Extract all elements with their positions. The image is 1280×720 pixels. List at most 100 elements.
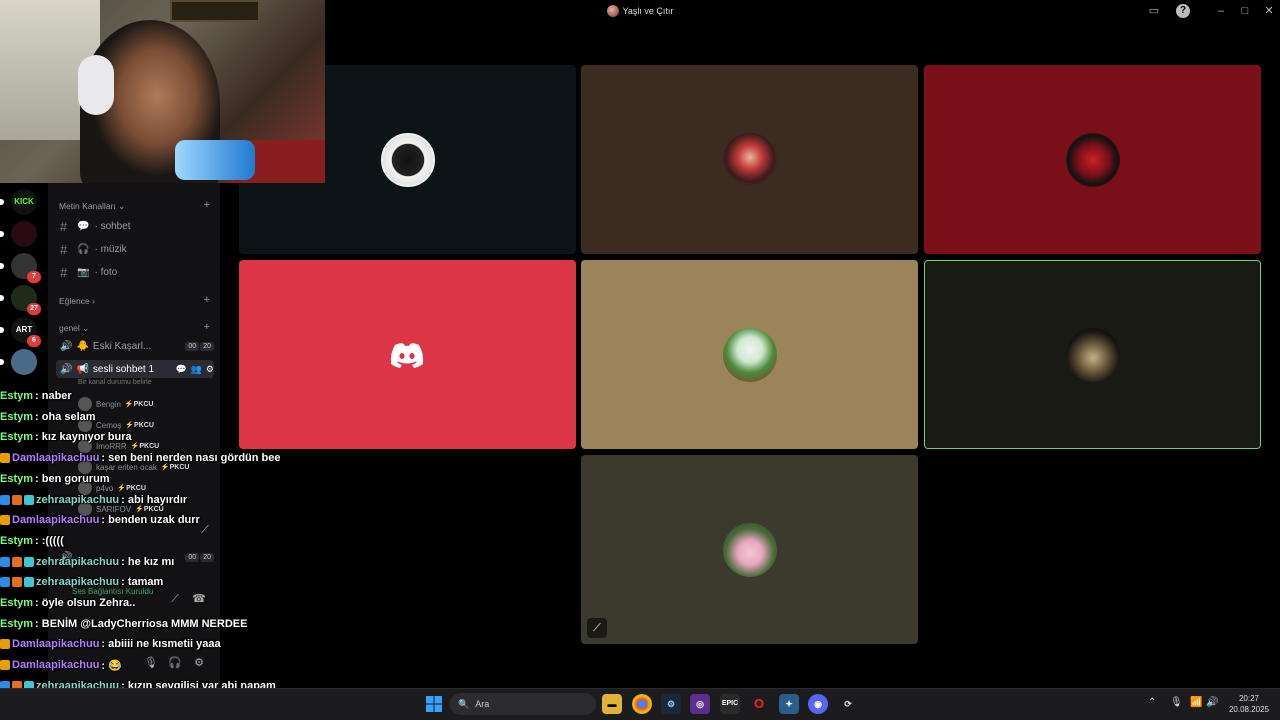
file-explorer-icon[interactable]: ▬ [602,694,622,714]
microphone-icon[interactable]: 🎙 [142,654,160,672]
chat-message: Damlaapikachuu: benden uzak durr [0,510,200,530]
category-label: Metin Kanalları [59,201,116,211]
chat-message: Damlaapikachuu: abiiii ne kısmetii yaaa [0,634,221,654]
chat-text: : naber [35,390,72,402]
voice-tile-4[interactable] [239,260,576,449]
microphone-image [175,140,255,180]
chat-message: Estym: :((((( [0,531,64,551]
speaker-icon: 🔊 [60,340,73,352]
clock-time: 20:27 [1238,694,1260,703]
taskbar-clock[interactable]: 20:27 20.08.2025 [1222,693,1276,715]
chat-badge-icon [0,660,10,671]
soundboard-icon[interactable]: ⟋ [166,590,184,608]
close-button[interactable]: ✕ [1262,4,1276,18]
user-avatar [722,132,777,187]
chat-username: Estym [0,390,34,402]
voice-tile-2[interactable] [581,65,918,254]
channel-foto[interactable]: # 📷 · foto [60,265,117,280]
disconnect-icon[interactable]: ☎ [190,590,208,608]
windows-start-icon[interactable] [425,695,443,713]
chat-text: : ben gorurum [35,472,110,485]
channel-status-text[interactable]: Bir kanal durumu belirle [78,379,152,386]
chat-text: : benden uzak durr [101,514,200,527]
opera-icon[interactable]: O [749,694,769,714]
chat-username: Damlaapikachuu [12,638,100,651]
chat-username: Estym [0,431,34,444]
epic-games-icon[interactable]: EPIC [720,694,740,714]
chat-badge-icon [0,515,10,526]
chat-message: Estym: BENİM @LadyCherriosa MMM NERDEE [0,614,247,634]
minimize-button[interactable]: – [1214,4,1228,18]
chat-username: zehraapikachuu [36,576,120,589]
discord-taskbar-icon[interactable]: ◉ [808,694,828,714]
chat-message: Estym: oha selam [0,407,96,427]
wifi-icon[interactable]: 📶 [1190,697,1202,708]
channel-sohbet[interactable]: # 💬 · sohbet [60,219,131,234]
voice-channel-eski[interactable]: 🔊 🐥 Eski Kaşarl... 00 20 [56,337,214,355]
server-icon[interactable]: 7 [11,253,41,283]
chat-text: : :((((( [35,534,64,547]
notification-badge: 7 [27,271,41,283]
app-icon[interactable]: ✦ [779,694,799,714]
microphone-tray-icon[interactable]: 🎙 [1170,697,1183,708]
chat-username: Estym [0,617,34,630]
volume-icon[interactable]: 🔊 [1206,697,1218,708]
chrome-icon[interactable] [632,694,652,714]
muted-icon: ⟋ [587,618,607,638]
add-member-icon[interactable]: 👥 [191,364,202,375]
app-icon[interactable]: ⟳ [838,694,858,714]
chat-username: Damlaapikachuu [12,452,100,465]
server-icon[interactable]: KICK [11,189,37,215]
channel-muzik[interactable]: # 🎧 · müzik [60,242,127,257]
chat-message: zehraapikachuu: he kız mı [0,552,174,572]
category-text-channels[interactable]: Metin Kanalları ⌄ [59,201,125,212]
unread-pill [0,359,4,365]
chat-username: Damlaapikachuu [12,659,100,672]
chat-badge-icon [0,453,10,464]
server-icon[interactable] [11,349,37,375]
voice-tile-speaking[interactable] [924,260,1261,449]
unread-pill [0,231,4,237]
inbox-icon[interactable]: ▭ [1147,4,1161,18]
gear-icon[interactable]: ⚙ [206,364,214,375]
voice-tile-5[interactable] [581,260,918,449]
voice-channel-sesli-sohbet[interactable]: 🔊 📢 sesli sohbet 1 💬 👥 ⚙ [56,360,214,378]
discord-logo-icon [390,343,424,368]
chat-text: : tamam [121,576,164,589]
hash-icon: # [60,242,68,257]
app-icon[interactable]: ◎ [690,694,710,714]
notification-badge: 27 [27,303,41,315]
headphones-icon[interactable]: 🎧 [166,654,184,672]
add-channel-button[interactable]: + [204,321,210,333]
help-icon[interactable]: ? [1176,4,1190,18]
user-limit-badge: 00 20 [185,552,214,562]
chat-icon[interactable]: 💬 [175,364,186,375]
member-name: Bengin [96,399,121,409]
voice-tile-3[interactable] [924,65,1261,254]
chat-message: Damlaapikachuu: sen beni nerden nası gör… [0,448,281,468]
add-channel-button[interactable]: + [204,199,210,211]
chat-text: : abiiii ne kısmetii yaaa [101,638,221,651]
add-channel-button[interactable]: + [204,294,210,306]
channel-name-text: müzik [100,244,127,255]
server-icon[interactable] [11,221,37,247]
voice-tile-7[interactable]: ⟋ [581,455,918,644]
chat-badge-icon [0,494,10,505]
chevron-up-icon[interactable]: ⌃ [1148,697,1156,708]
category-genel[interactable]: genel ⌄ [59,323,89,334]
category-eglence[interactable]: Eğlence › [59,296,95,306]
chat-text: : kız kaynıyor bura [35,431,132,444]
taskbar-search[interactable]: 🔍 Ara [450,693,596,715]
chat-badge-icon [12,494,22,505]
server-icon[interactable]: ART 6 [11,317,41,347]
user-settings-gear-icon[interactable]: ⚙ [190,654,208,672]
chat-username: zehraapikachuu [36,555,120,568]
chat-text: : 😂 [101,659,122,672]
chat-badge-icon [24,494,34,505]
server-icon[interactable]: 27 [11,285,41,315]
chat-text: : öyle olsun Zehra.. [35,597,136,609]
steam-icon[interactable]: ⚙ [661,694,681,714]
chat-badge-icon [0,556,10,567]
clock-date: 20.08.2025 [1228,705,1270,714]
maximize-button[interactable]: □ [1238,4,1252,18]
